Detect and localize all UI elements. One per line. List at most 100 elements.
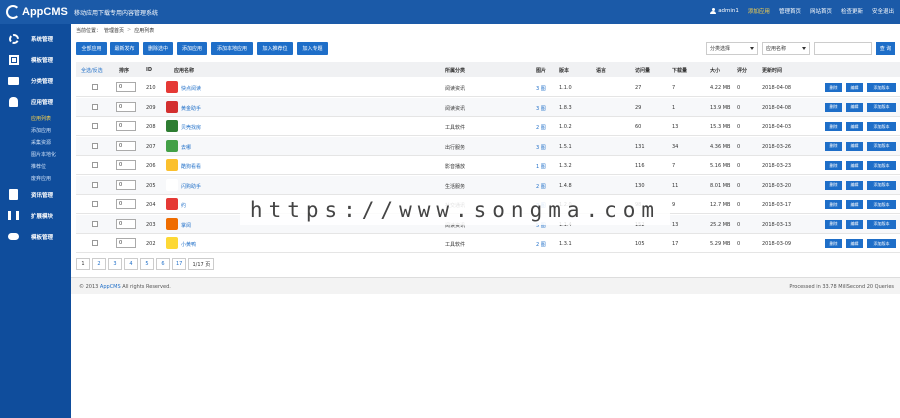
edit-button[interactable]: 编辑 xyxy=(846,102,863,112)
sidebar-item-templates[interactable]: 模板管理 xyxy=(0,49,71,70)
delete-button[interactable]: 删除 xyxy=(825,83,842,92)
cell-images-link[interactable]: 3 图 xyxy=(536,85,546,92)
nav-site-home-link[interactable]: 网站首页 xyxy=(810,7,832,15)
row-checkbox[interactable] xyxy=(92,103,98,110)
app-name-link[interactable]: 酷狗看看 xyxy=(181,163,201,170)
current-user[interactable]: admin1 xyxy=(710,7,739,15)
delete-button[interactable]: 删除 xyxy=(825,102,842,112)
nav-add-app-link[interactable]: 添加应用 xyxy=(748,7,770,15)
edit-button[interactable]: 编辑 xyxy=(846,180,863,190)
cell-images-link[interactable]: 3 图 xyxy=(536,144,546,151)
delete-selected-button[interactable]: 删除选中 xyxy=(143,42,173,55)
field-select[interactable]: 应用名称 xyxy=(762,42,810,55)
app-name-link[interactable]: 约 xyxy=(181,202,186,209)
delete-button[interactable]: 删除 xyxy=(825,200,842,209)
edit-button[interactable]: 编辑 xyxy=(846,141,863,151)
app-name-link[interactable]: 快点阅读 xyxy=(181,85,201,92)
row-checkbox[interactable] xyxy=(92,84,98,90)
submenu-collect[interactable]: 采集资源 xyxy=(31,136,71,148)
edit-button[interactable]: 编辑 xyxy=(846,161,863,170)
sidebar-item-apps[interactable]: 应用管理 xyxy=(0,91,71,112)
sort-input[interactable]: 0 xyxy=(116,160,136,170)
sidebar-item-extensions[interactable]: 扩展模块 xyxy=(0,205,71,226)
sort-input[interactable]: 0 xyxy=(116,238,136,248)
page-6[interactable]: 6 xyxy=(156,258,170,270)
row-checkbox[interactable] xyxy=(92,220,98,227)
add-version-button[interactable]: 添加版本 xyxy=(867,180,896,190)
add-version-button[interactable]: 添加版本 xyxy=(867,102,896,112)
page-3[interactable]: 3 xyxy=(108,258,122,270)
delete-button[interactable]: 删除 xyxy=(825,180,842,190)
submenu-add-app[interactable]: 添加应用 xyxy=(31,124,71,136)
add-version-button[interactable]: 添加版本 xyxy=(867,219,896,229)
row-checkbox[interactable] xyxy=(92,162,98,168)
page-1[interactable]: 1 xyxy=(76,258,90,270)
add-version-button[interactable]: 添加版本 xyxy=(867,200,896,209)
add-version-button[interactable]: 添加版本 xyxy=(867,161,896,170)
add-version-button[interactable]: 添加版本 xyxy=(867,239,896,248)
app-name-link[interactable]: 黄金助手 xyxy=(181,105,201,112)
edit-button[interactable]: 编辑 xyxy=(846,239,863,248)
page-last[interactable]: 17 xyxy=(172,258,187,270)
nav-check-update-link[interactable]: 检查更新 xyxy=(841,7,863,15)
add-to-recommend-button[interactable]: 加入推荐位 xyxy=(257,42,293,55)
cell-images-link[interactable]: 2 图 xyxy=(536,241,546,248)
add-app-button[interactable]: 添加应用 xyxy=(177,42,207,55)
app-name-link[interactable]: 小黄鸭 xyxy=(181,241,196,248)
submenu-image-localize[interactable]: 图片本地化 xyxy=(31,148,71,160)
cell-images-link[interactable]: 2 图 xyxy=(536,183,546,190)
add-version-button[interactable]: 添加版本 xyxy=(867,83,896,92)
add-version-button[interactable]: 添加版本 xyxy=(867,141,896,151)
sort-input[interactable]: 0 xyxy=(116,121,136,131)
search-button[interactable]: 查 询 xyxy=(876,42,895,55)
edit-button[interactable]: 编辑 xyxy=(846,219,863,229)
sort-input[interactable]: 0 xyxy=(116,179,136,190)
row-checkbox[interactable] xyxy=(92,240,98,246)
cell-images-link[interactable]: 1 图 xyxy=(536,163,546,170)
edit-button[interactable]: 编辑 xyxy=(846,122,863,131)
sidebar-item-categories[interactable]: 分类管理 xyxy=(0,70,71,91)
nav-logout-link[interactable]: 安全退出 xyxy=(872,7,894,15)
sidebar-item-system[interactable]: 系统管理 xyxy=(0,28,71,49)
row-checkbox[interactable] xyxy=(92,123,98,129)
delete-button[interactable]: 删除 xyxy=(825,219,842,229)
sort-input[interactable]: 0 xyxy=(116,82,136,92)
nav-admin-home-link[interactable]: 管理首页 xyxy=(779,7,801,15)
sort-input[interactable]: 0 xyxy=(116,218,136,229)
category-select[interactable]: 分类选择 xyxy=(706,42,758,55)
row-checkbox[interactable] xyxy=(92,142,98,149)
submenu-recommend[interactable]: 推荐位 xyxy=(31,160,71,172)
edit-button[interactable]: 编辑 xyxy=(846,200,863,209)
add-version-button[interactable]: 添加版本 xyxy=(867,122,896,131)
breadcrumb-home[interactable]: 管理首页 xyxy=(104,27,124,34)
row-checkbox[interactable] xyxy=(92,181,98,188)
page-5[interactable]: 5 xyxy=(140,258,154,270)
latest-button[interactable]: 最新发布 xyxy=(110,42,139,55)
sort-input[interactable]: 0 xyxy=(116,101,136,112)
search-input[interactable] xyxy=(814,42,872,55)
all-apps-button[interactable]: 全部应用 xyxy=(76,42,107,55)
delete-button[interactable]: 删除 xyxy=(825,122,842,131)
submenu-app-list[interactable]: 应用列表 xyxy=(31,112,71,124)
sort-input[interactable]: 0 xyxy=(116,140,136,151)
submenu-discarded[interactable]: 废弃应用 xyxy=(31,172,71,184)
app-name-link[interactable]: 闪购助手 xyxy=(181,183,201,190)
sort-input[interactable]: 0 xyxy=(116,199,136,209)
sidebar-item-news[interactable]: 资讯管理 xyxy=(0,184,71,205)
edit-button[interactable]: 编辑 xyxy=(846,83,863,92)
footer-brand-link[interactable]: AppCMS xyxy=(100,284,121,290)
add-to-topic-button[interactable]: 加入专题 xyxy=(297,42,328,55)
app-name-link[interactable]: 贝壳找房 xyxy=(181,124,201,131)
delete-button[interactable]: 删除 xyxy=(825,161,842,170)
sidebar-item-template-cloud[interactable]: 模板管理 xyxy=(0,226,71,247)
add-local-app-button[interactable]: 添加本地应用 xyxy=(211,42,253,55)
logo[interactable]: AppCMS xyxy=(6,4,68,20)
page-4[interactable]: 4 xyxy=(124,258,138,270)
row-checkbox[interactable] xyxy=(92,201,98,207)
cell-images-link[interactable]: 3 图 xyxy=(536,105,546,112)
select-all-toggle[interactable]: 全选/反选 xyxy=(81,67,103,74)
app-name-link[interactable]: 去哪 xyxy=(181,144,191,151)
delete-button[interactable]: 删除 xyxy=(825,239,842,248)
app-name-link[interactable]: 掌阅 xyxy=(181,222,191,229)
page-2[interactable]: 2 xyxy=(92,258,106,270)
